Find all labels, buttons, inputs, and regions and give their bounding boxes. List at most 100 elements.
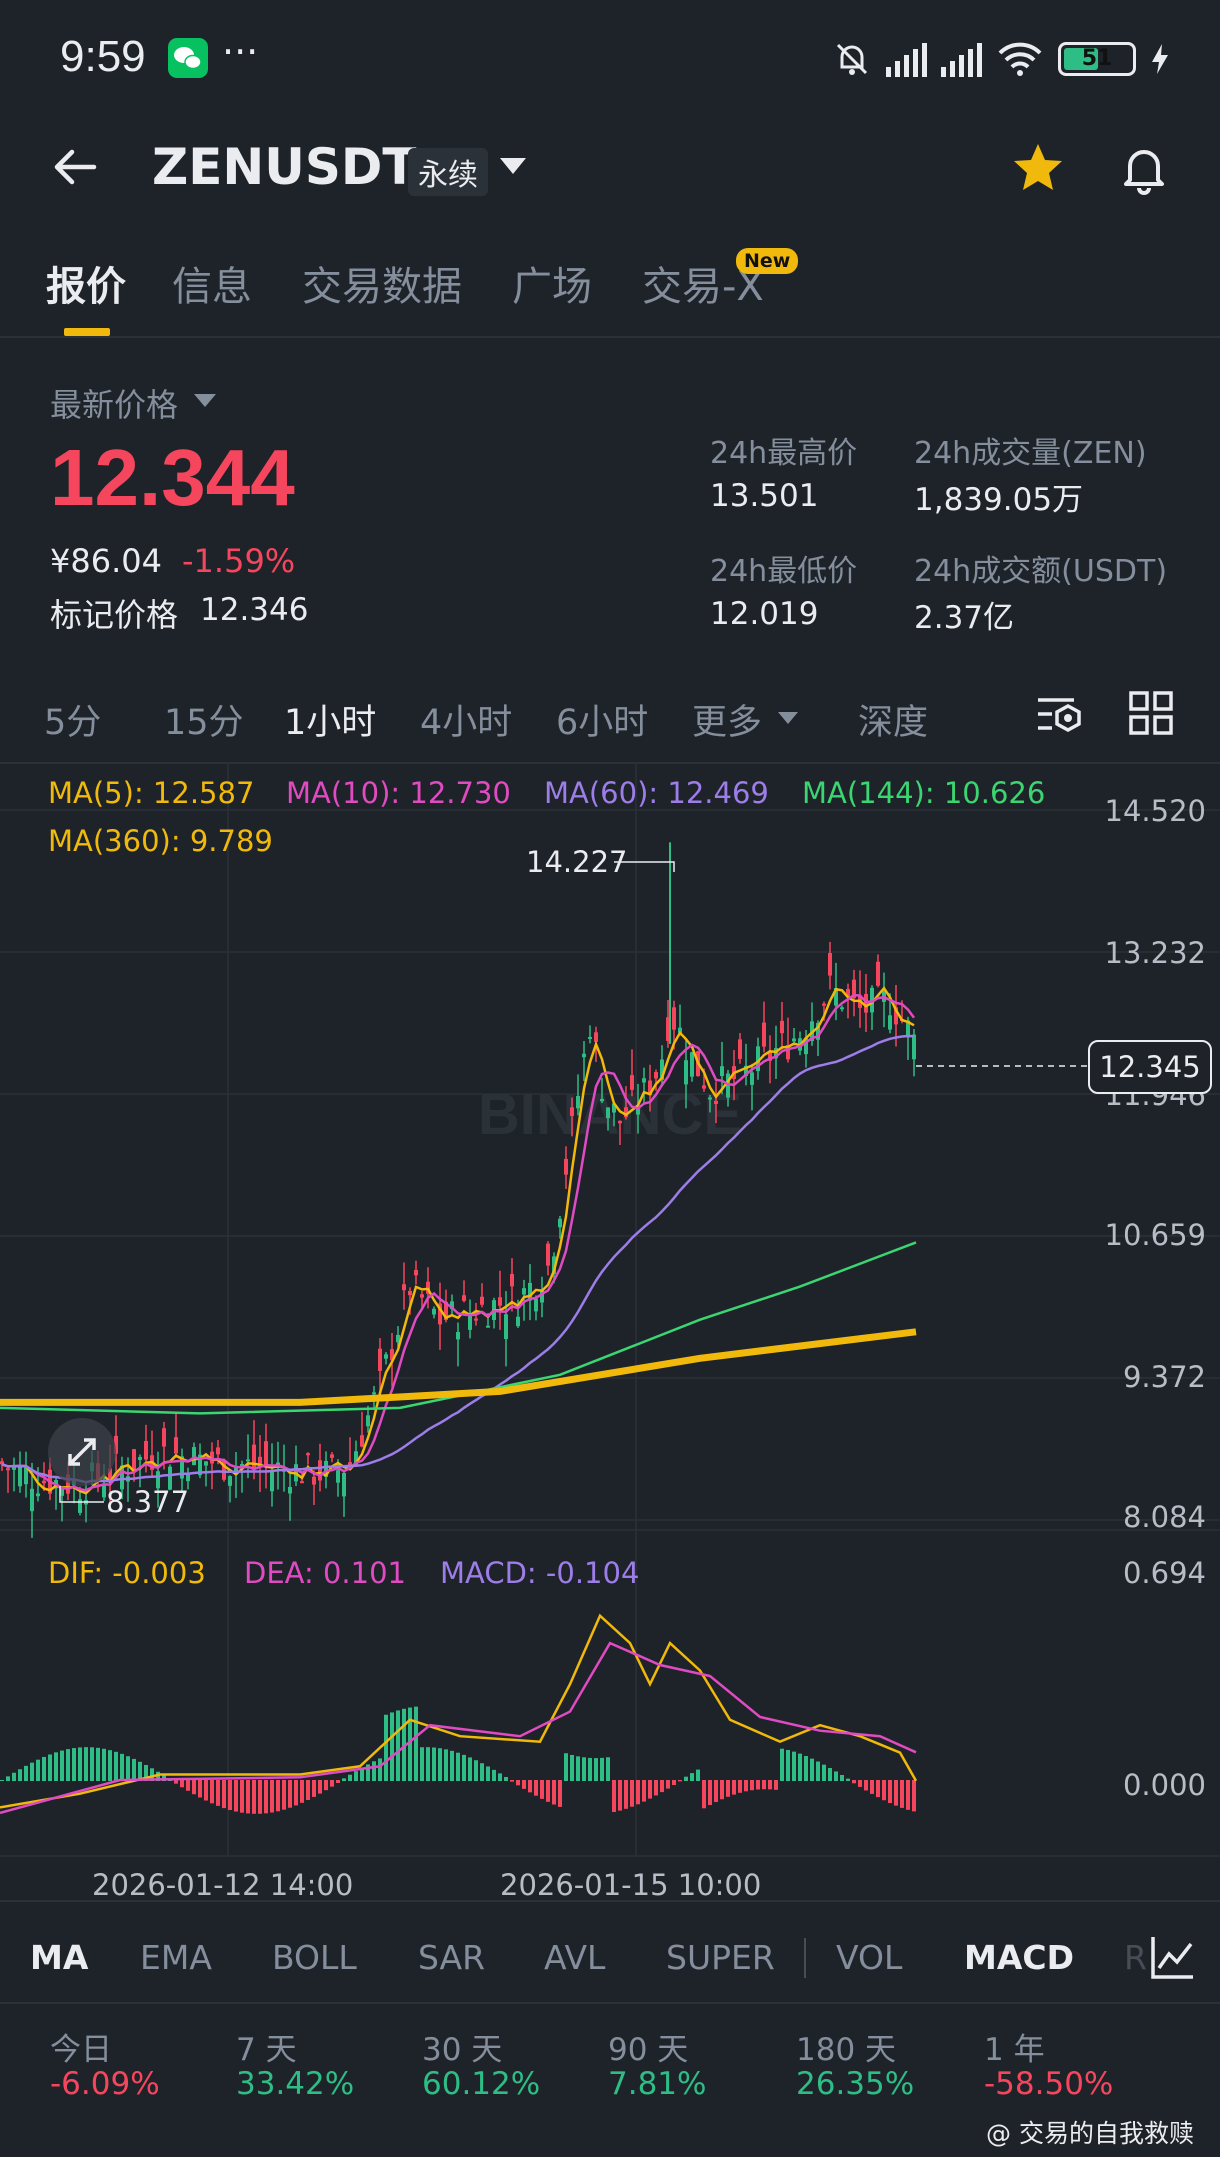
- macd-bar: [504, 1777, 508, 1781]
- interval-5m[interactable]: 5分: [44, 694, 101, 745]
- candle-body: [432, 1308, 436, 1315]
- current-price-tag: 12.345: [1088, 1040, 1212, 1094]
- perf-label-today: 今日: [50, 2032, 112, 2068]
- back-arrow-icon[interactable]: [50, 142, 100, 192]
- perf-value-180d: 26.35%: [796, 2066, 915, 2102]
- tab-trading-data[interactable]: 交易数据: [302, 254, 462, 312]
- price-type-label[interactable]: 最新价格: [50, 380, 178, 426]
- candle-body: [204, 1461, 208, 1466]
- candle-body: [792, 1038, 796, 1042]
- candle-body: [912, 1034, 916, 1060]
- candle-body: [516, 1316, 520, 1327]
- active-tab-indicator: [64, 328, 110, 336]
- macd-bar: [18, 1769, 22, 1781]
- candle-body: [636, 1108, 640, 1115]
- macd-bar: [192, 1780, 196, 1795]
- favorite-star-icon[interactable]: [1010, 140, 1066, 196]
- macd-bar: [276, 1780, 280, 1812]
- turnover-24h-label: 24h成交额(USDT): [914, 554, 1168, 589]
- macd-bar: [318, 1780, 322, 1794]
- macd-bar: [432, 1747, 436, 1781]
- alert-bell-icon[interactable]: [1116, 140, 1172, 196]
- status-time: 9:59: [60, 32, 146, 81]
- macd-bar: [912, 1780, 916, 1812]
- tab-square[interactable]: 广场: [512, 254, 592, 312]
- macd-bar: [426, 1747, 430, 1781]
- macd-bar: [654, 1780, 658, 1796]
- macd-bar: [798, 1753, 802, 1781]
- candle-body: [162, 1428, 166, 1447]
- macd-bar: [804, 1756, 808, 1781]
- high-24h-label: 24h最高价: [710, 436, 858, 471]
- macd-bar: [24, 1765, 28, 1781]
- perf-value-7d: 33.42%: [236, 2066, 355, 2102]
- macd-bar: [840, 1775, 844, 1781]
- interval-4h[interactable]: 4小时: [420, 694, 512, 745]
- interval-bar: 5分 15分 1小时 4小时 6小时 更多 深度: [0, 690, 1220, 760]
- chart-settings-icon[interactable]: [1034, 690, 1084, 740]
- candle-body: [306, 1453, 310, 1456]
- perf-label-180d: 180 天: [796, 2032, 897, 2068]
- interval-6h[interactable]: 6小时: [556, 694, 648, 745]
- interval-15m[interactable]: 15分: [164, 694, 244, 745]
- low-24h-value: 12.019: [710, 596, 819, 632]
- macd-bar: [288, 1780, 292, 1808]
- indicator-vol[interactable]: VOL: [836, 1938, 902, 1977]
- macd-bar: [294, 1780, 298, 1806]
- candle-body: [30, 1488, 34, 1512]
- indicator-macd[interactable]: MACD: [964, 1938, 1074, 1977]
- candle-body: [138, 1457, 142, 1460]
- candle-body: [474, 1318, 478, 1321]
- price-axis-label: 13.232: [1104, 936, 1206, 970]
- candlestick-chart[interactable]: BINANCE 14.227 8.377: [0, 764, 1220, 1900]
- macd-bar: [120, 1753, 124, 1781]
- macd-bar: [6, 1776, 10, 1781]
- watermark: @ 交易的自我救赎: [986, 2119, 1194, 2148]
- price-type-dropdown-icon[interactable]: [194, 394, 216, 407]
- indicator-chart-icon[interactable]: [1148, 1932, 1198, 1982]
- candle-body: [564, 1158, 568, 1175]
- candle-body: [654, 1072, 658, 1079]
- indicator-rsi[interactable]: R: [1124, 1938, 1147, 1977]
- indicator-sar[interactable]: SAR: [418, 1938, 485, 1977]
- tab-quote[interactable]: 报价: [46, 254, 126, 312]
- candle-body: [504, 1314, 508, 1339]
- candle-body: [510, 1273, 514, 1287]
- symbol-title[interactable]: ZENUSDT: [152, 138, 416, 196]
- indicator-avl[interactable]: AVL: [544, 1938, 605, 1977]
- layout-grid-icon[interactable]: [1128, 690, 1174, 736]
- macd-bar: [900, 1780, 904, 1808]
- interval-more[interactable]: 更多: [692, 694, 762, 745]
- macd-bar: [858, 1780, 862, 1787]
- macd-bar: [696, 1769, 700, 1781]
- macd-bar: [354, 1771, 358, 1781]
- expand-chart-icon[interactable]: [48, 1418, 116, 1486]
- interval-1h[interactable]: 1小时: [284, 694, 376, 745]
- indicator-super[interactable]: SUPER: [666, 1938, 775, 1977]
- more-dropdown-icon[interactable]: [778, 712, 798, 724]
- tab-info[interactable]: 信息: [172, 254, 252, 312]
- macd-bar: [810, 1758, 814, 1781]
- macd-bar: [852, 1780, 856, 1784]
- macd-bar: [702, 1780, 706, 1809]
- indicator-boll[interactable]: BOLL: [272, 1938, 357, 1977]
- candle-body: [330, 1454, 334, 1458]
- indicator-bar: MA EMA BOLL SAR AVL SUPER VOL MACD R: [0, 1900, 1220, 2004]
- macd-bar: [666, 1780, 670, 1789]
- indicator-ma[interactable]: MA: [30, 1938, 88, 1977]
- macd-bar: [390, 1712, 394, 1781]
- candle-body: [876, 961, 880, 986]
- signal-icon-1: [886, 41, 927, 77]
- indicator-ema[interactable]: EMA: [140, 1938, 212, 1977]
- symbol-dropdown-icon[interactable]: [500, 158, 526, 174]
- macd-bar: [534, 1780, 538, 1796]
- dea-line: [0, 1641, 917, 1815]
- macd-bar: [882, 1780, 886, 1801]
- high-annotation: 14.227: [526, 845, 627, 879]
- macd-bar: [330, 1780, 334, 1787]
- macd-bar: [42, 1756, 46, 1781]
- macd-bar: [84, 1747, 88, 1781]
- ma60-legend: MA(60): 12.469: [544, 776, 769, 810]
- interval-depth[interactable]: 深度: [858, 694, 928, 745]
- macd-bar: [438, 1748, 442, 1781]
